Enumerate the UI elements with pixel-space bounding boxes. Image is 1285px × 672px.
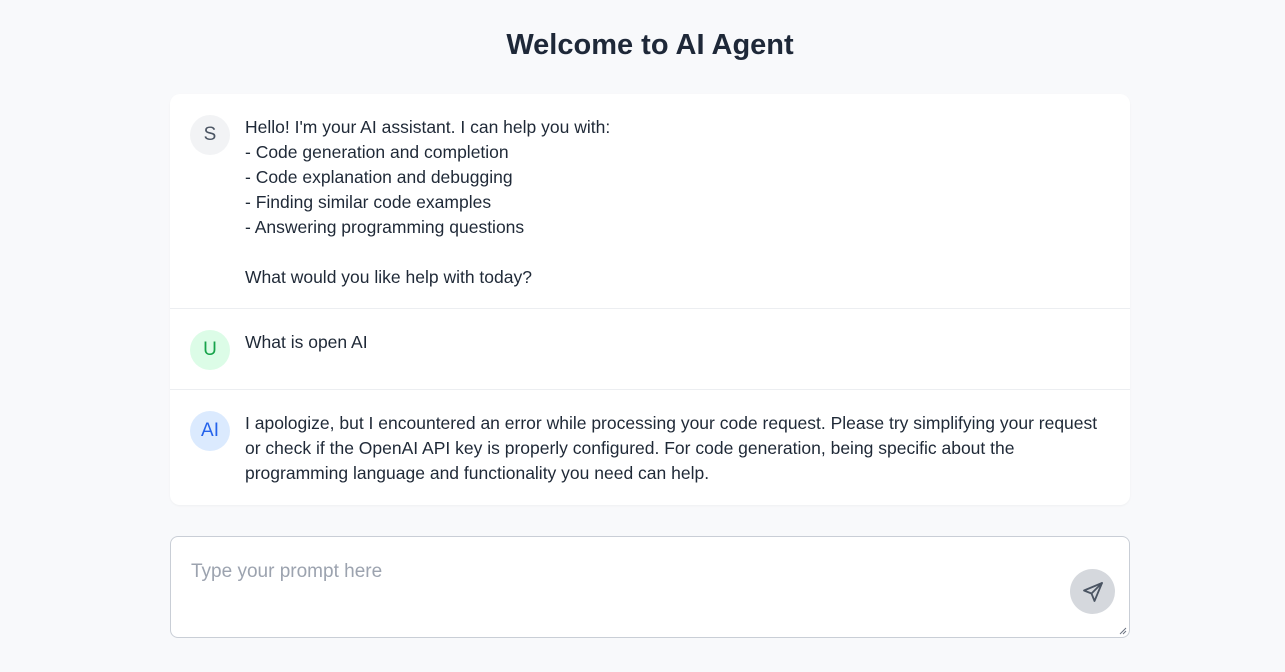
message-text: I apologize, but I encountered an error … [245,413,1103,483]
avatar-system: S [190,115,230,155]
message-system: S Hello! I'm your AI assistant. I can he… [170,94,1130,308]
message-user: U What is open AI [170,308,1130,388]
message-ai: AI I apologize, but I encountered an err… [170,389,1130,505]
chat-page: Welcome to AI Agent S Hello! I'm your AI… [0,0,1285,672]
message-text: What is open AI [245,332,368,352]
prompt-box [170,536,1130,638]
chat-history: S Hello! I'm your AI assistant. I can he… [170,94,1130,505]
avatar-ai: AI [190,411,230,451]
message-text: Hello! I'm your AI assistant. I can help… [245,117,611,287]
send-button[interactable] [1070,569,1115,614]
resize-handle-icon[interactable] [1118,626,1127,635]
send-icon [1082,581,1103,602]
avatar-user: U [190,330,230,370]
prompt-input[interactable] [171,537,1129,637]
page-title: Welcome to AI Agent [506,29,794,61]
